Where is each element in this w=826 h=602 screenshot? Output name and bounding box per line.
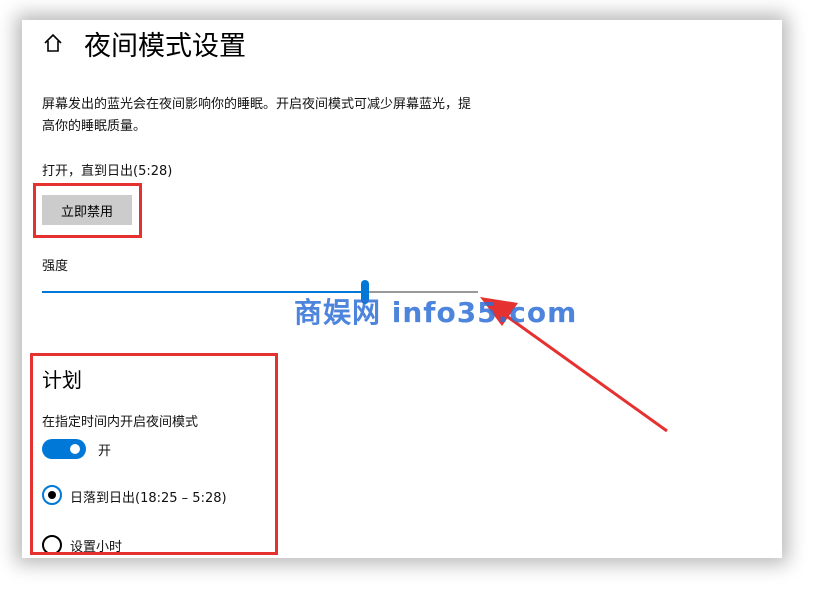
watermark-text: 商娱网 info35.com — [294, 296, 578, 329]
